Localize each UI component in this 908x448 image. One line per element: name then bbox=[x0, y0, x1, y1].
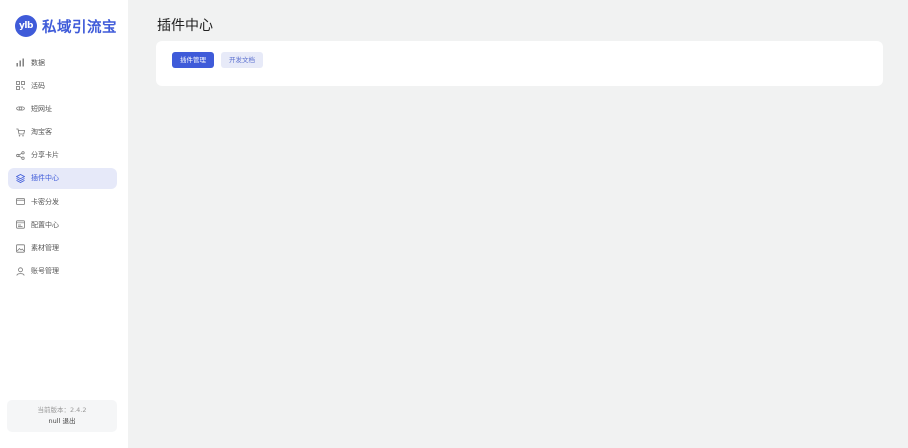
sidebar: ylb 私域引流宝 数据 活码 短网址 淘宝客 分享卡片 插件中心 卡密分发 配… bbox=[0, 0, 128, 448]
sidebar-item-label: 活码 bbox=[31, 81, 45, 90]
sidebar-nav: 数据 活码 短网址 淘宝客 分享卡片 插件中心 卡密分发 配置中心 素材管理 账… bbox=[0, 52, 128, 282]
image-icon bbox=[16, 243, 25, 253]
sidebar-item-label: 配置中心 bbox=[31, 220, 59, 229]
brand[interactable]: ylb 私域引流宝 bbox=[0, 0, 128, 38]
user-name: null bbox=[48, 417, 61, 425]
share-icon bbox=[16, 150, 25, 160]
brand-logo: ylb bbox=[15, 15, 37, 37]
sidebar-item-taobaoke[interactable]: 淘宝客 bbox=[8, 122, 117, 143]
user-row: null 退出 bbox=[7, 416, 117, 427]
cart-icon bbox=[16, 128, 25, 137]
tab-plugin-management[interactable]: 插件管理 bbox=[172, 52, 214, 68]
app: ylb 私域引流宝 数据 活码 短网址 淘宝客 分享卡片 插件中心 卡密分发 配… bbox=[0, 0, 908, 448]
sidebar-item-label: 淘宝客 bbox=[31, 128, 52, 137]
sidebar-item-data[interactable]: 数据 bbox=[8, 52, 117, 73]
sidebar-item-label: 插件中心 bbox=[31, 174, 59, 183]
page-title: 插件中心 bbox=[157, 18, 213, 34]
user-icon bbox=[16, 267, 25, 276]
version-box: 当前版本：2.4.2 null 退出 bbox=[7, 400, 117, 432]
card-icon bbox=[16, 197, 25, 206]
sidebar-item-label: 素材管理 bbox=[31, 244, 59, 252]
sidebar-item-label: 数据 bbox=[31, 58, 45, 67]
settings-window-icon bbox=[16, 220, 25, 229]
sidebar-item-label: 短网址 bbox=[31, 104, 52, 113]
sidebar-item-material[interactable]: 素材管理 bbox=[8, 238, 117, 259]
main-content: 插件中心 插件管理 开发文档 bbox=[128, 0, 908, 448]
sidebar-item-share-card[interactable]: 分享卡片 bbox=[8, 145, 117, 166]
sidebar-item-label: 卡密分发 bbox=[31, 197, 59, 206]
bar-chart-icon bbox=[16, 58, 25, 67]
link-icon bbox=[16, 104, 25, 113]
version-label: 当前版本：2.4.2 bbox=[37, 406, 87, 414]
sidebar-item-card-distribution[interactable]: 卡密分发 bbox=[8, 191, 117, 212]
brand-name: 私域引流宝 bbox=[42, 18, 117, 36]
sidebar-item-label: 账号管理 bbox=[31, 267, 59, 276]
qr-code-icon bbox=[16, 81, 25, 91]
tab-dev-docs[interactable]: 开发文档 bbox=[221, 52, 263, 68]
sidebar-item-live-code[interactable]: 活码 bbox=[8, 75, 117, 96]
logout-link[interactable]: 退出 bbox=[62, 417, 75, 425]
tab-card: 插件管理 开发文档 bbox=[156, 41, 883, 86]
sidebar-item-account[interactable]: 账号管理 bbox=[8, 261, 117, 282]
layers-icon bbox=[16, 173, 25, 183]
sidebar-item-label: 分享卡片 bbox=[31, 151, 59, 160]
sidebar-item-short-url[interactable]: 短网址 bbox=[8, 98, 117, 119]
sidebar-item-plugin-center[interactable]: 插件中心 bbox=[8, 167, 117, 189]
sidebar-item-config-center[interactable]: 配置中心 bbox=[8, 214, 117, 235]
